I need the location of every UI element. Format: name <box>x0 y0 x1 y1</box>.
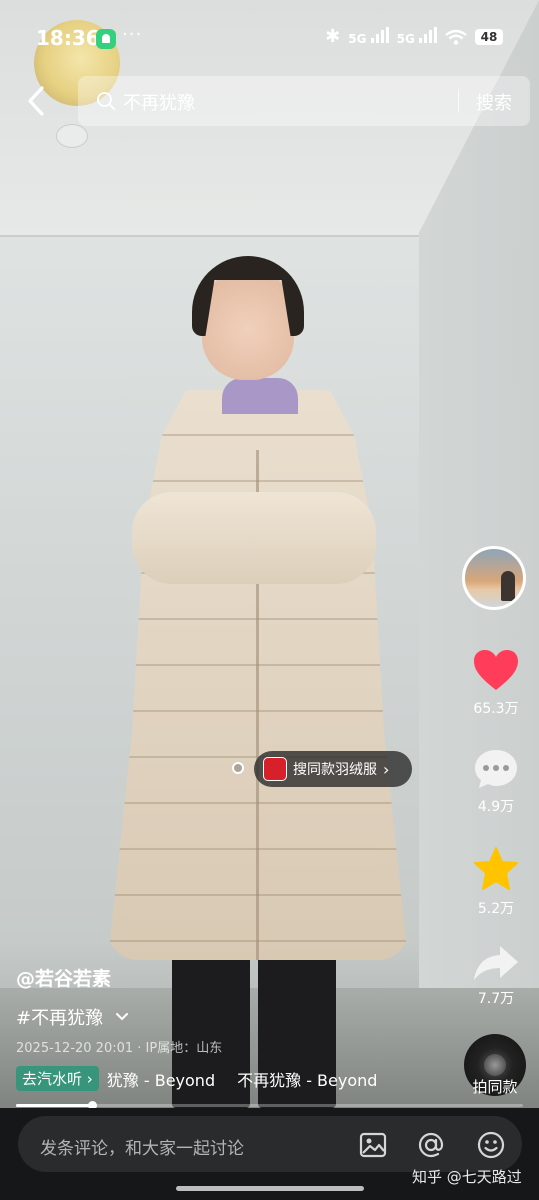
at-icon[interactable] <box>416 1130 446 1160</box>
comment-button[interactable]: 4.9万 <box>460 748 532 816</box>
wifi-icon <box>445 29 467 45</box>
chevron-right-icon: › <box>383 759 390 779</box>
video-progress-bar[interactable] <box>16 1101 523 1110</box>
heart-icon <box>474 650 518 690</box>
comment-placeholder: 发条评论，和大家一起讨论 <box>40 1139 244 1159</box>
share-count: 7.7万 <box>477 991 515 1007</box>
watermark: 知乎 @七天路过 <box>412 1168 522 1186</box>
music-row[interactable]: 去汽水听 › 犹豫 - Beyond 不再犹豫 - Beyond <box>16 1066 399 1091</box>
home-indicator[interactable] <box>176 1186 364 1191</box>
back-button[interactable] <box>22 84 52 118</box>
like-count: 65.3万 <box>473 701 519 717</box>
video-frame[interactable] <box>0 0 539 1108</box>
image-icon[interactable] <box>358 1130 388 1160</box>
share-button[interactable]: 7.7万 <box>460 944 532 1008</box>
author-name[interactable]: @若谷若素 <box>16 964 111 991</box>
search-input[interactable]: 不再犹豫 <box>123 89 195 115</box>
emoji-icon[interactable] <box>476 1130 506 1160</box>
share-icon <box>474 946 518 980</box>
hashtag[interactable]: #不再犹豫 <box>16 1004 103 1030</box>
favorite-count: 5.2万 <box>477 901 515 917</box>
battery-icon: 48 <box>475 28 503 45</box>
caption-row[interactable]: #不再犹豫 <box>16 1004 129 1030</box>
progress-fill <box>16 1104 93 1107</box>
bluetooth-icon: ✱ <box>325 26 341 47</box>
favorite-button[interactable]: 5.2万 <box>460 846 532 918</box>
comment-input[interactable]: 发条评论，和大家一起讨论 <box>18 1116 522 1172</box>
product-thumbnail <box>263 757 287 781</box>
person-arms <box>132 492 376 584</box>
more-notifications-icon: ··· <box>122 24 143 45</box>
star-icon <box>474 847 518 890</box>
person-head <box>202 268 294 380</box>
chevron-left-icon <box>28 86 44 116</box>
search-bar[interactable]: 不再犹豫 搜索 <box>78 76 530 126</box>
person-sweater <box>222 378 298 414</box>
product-tag-anchor <box>232 762 244 774</box>
search-icon <box>97 92 115 110</box>
person-coat <box>108 390 408 960</box>
post-meta: 2025-12-20 20:01 · IP属地：山东 <box>16 1041 223 1056</box>
status-bar: 18:36 ··· ✱ 5G 5G 48 <box>0 22 539 56</box>
status-time: 18:36 <box>36 26 100 50</box>
open-music-app-button[interactable]: 去汽水听 › <box>16 1066 99 1091</box>
shoot-same-button[interactable]: 拍同款 <box>458 1076 532 1097</box>
author-avatar[interactable] <box>462 546 526 610</box>
product-tag-label: 搜同款羽绒服 <box>293 762 377 778</box>
chevron-down-icon[interactable] <box>115 1012 129 1022</box>
smoke-detector <box>56 124 88 148</box>
signal-2-icon: 5G <box>397 27 437 46</box>
music-title[interactable]: 犹豫 - Beyond <box>107 1067 215 1091</box>
music-title[interactable]: 不再犹豫 - Beyond <box>237 1067 377 1091</box>
search-button[interactable]: 搜索 <box>476 89 512 115</box>
like-button[interactable]: 65.3万 <box>460 648 532 718</box>
system-icons: ✱ 5G 5G 48 <box>325 26 503 47</box>
product-tag-button[interactable]: 搜同款羽绒服 › <box>254 751 412 787</box>
comment-icon <box>475 750 517 788</box>
comment-count: 4.9万 <box>477 799 515 815</box>
notification-app-icon <box>96 29 116 49</box>
signal-1-icon: 5G <box>348 27 389 46</box>
search-divider <box>458 89 459 113</box>
